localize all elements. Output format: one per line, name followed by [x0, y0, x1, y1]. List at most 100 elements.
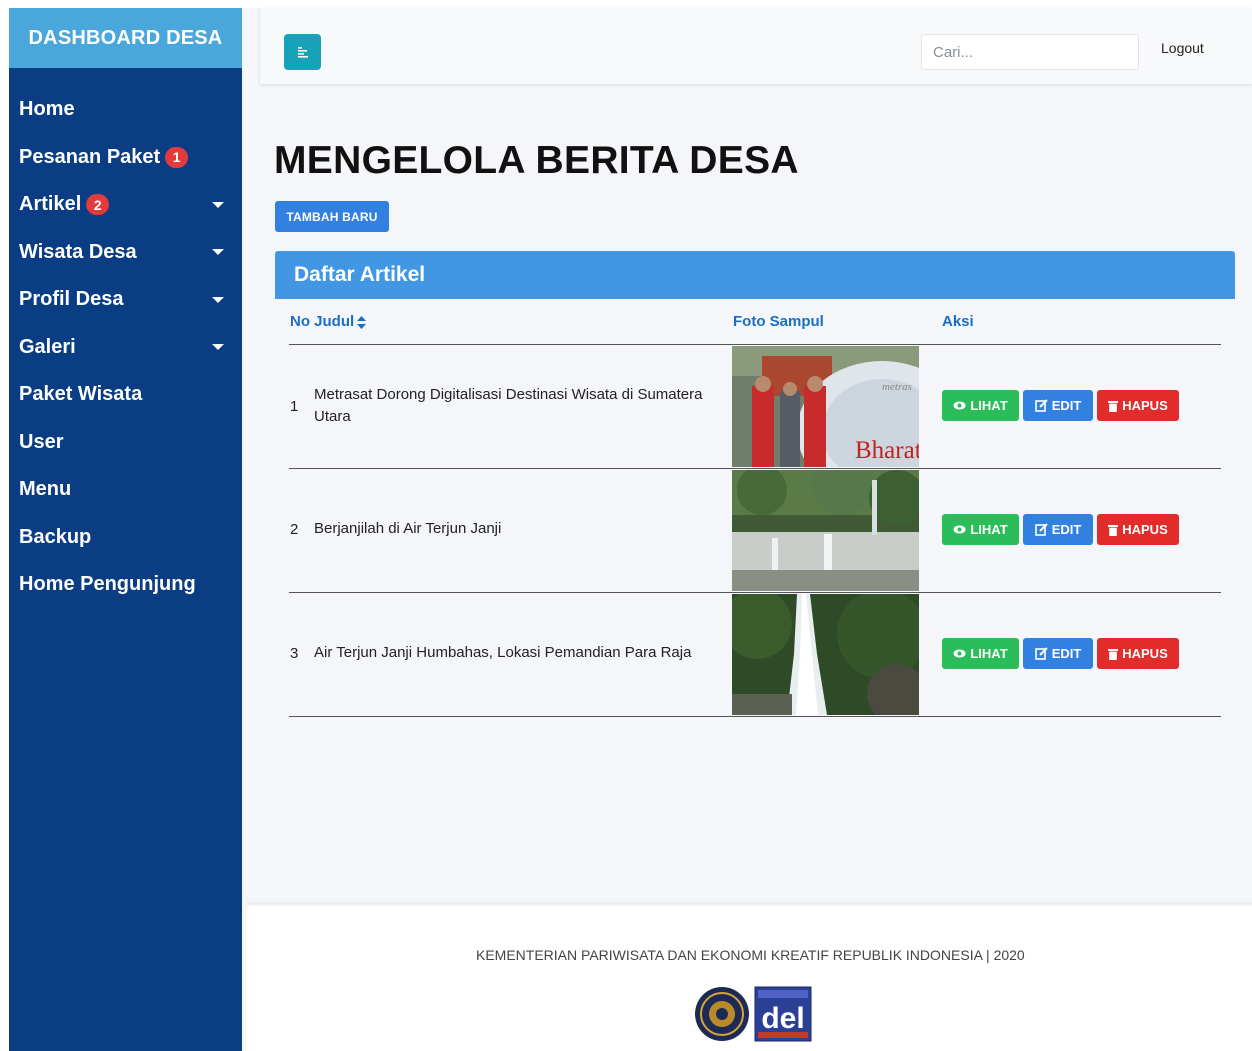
- sidebar-item-label: Pesanan Paket: [19, 145, 161, 168]
- row-actions: LIHAT EDIT HAPUS: [942, 390, 1179, 421]
- article-title: Air Terjun Janji Humbahas, Lokasi Pemand…: [314, 644, 692, 661]
- sidebar-item-backup[interactable]: Backup: [9, 514, 242, 562]
- sidebar-item-label: User: [19, 430, 64, 453]
- view-button-label: LIHAT: [970, 522, 1008, 537]
- delete-button-label: HAPUS: [1122, 522, 1168, 537]
- sort-icon: [357, 315, 367, 329]
- notification-badge: 2: [86, 194, 110, 216]
- article-title: Metrasat Dorong Digitalisasi Destinasi W…: [314, 386, 703, 425]
- trash-icon: [1108, 648, 1119, 660]
- card-header: Daftar Artikel: [275, 251, 1235, 299]
- menu-toggle-button[interactable]: [284, 34, 321, 70]
- cover-photo: metras Bharat: [732, 346, 919, 467]
- sidebar-nav: Home Pesanan Paket 1 Artikel 2 Wisata De…: [9, 86, 242, 609]
- cover-photo: [732, 594, 919, 715]
- column-header-foto-sampul: Foto Sampul: [733, 313, 824, 330]
- view-button[interactable]: LIHAT: [942, 514, 1019, 545]
- edit-button[interactable]: EDIT: [1023, 390, 1093, 421]
- sidebar-item-paket-wisata[interactable]: Paket Wisata: [9, 371, 242, 419]
- trash-icon: [1108, 400, 1119, 412]
- eye-icon: [953, 401, 966, 410]
- card-title: Daftar Artikel: [294, 263, 426, 286]
- caret-down-icon: [212, 249, 224, 256]
- ministry-seal-logo: [695, 987, 749, 1041]
- delete-button-label: HAPUS: [1122, 646, 1168, 661]
- sidebar-brand[interactable]: DASHBOARD DESA: [9, 8, 242, 68]
- edit-button[interactable]: EDIT: [1023, 638, 1093, 669]
- row-number: 1: [290, 398, 299, 415]
- sidebar-item-pesanan-paket[interactable]: Pesanan Paket 1: [9, 134, 242, 182]
- sidebar-item-artikel[interactable]: Artikel 2: [9, 181, 242, 229]
- delete-button[interactable]: HAPUS: [1097, 390, 1179, 421]
- caret-down-icon: [212, 201, 224, 208]
- sidebar: DASHBOARD DESA Home Pesanan Paket 1 Arti…: [9, 8, 242, 1051]
- table-row: 1 Metrasat Dorong Digitalisasi Destinasi…: [289, 345, 1221, 469]
- logout-link[interactable]: Logout: [1161, 40, 1204, 56]
- table-header: No Judul Foto Sampul Aksi: [289, 300, 1221, 345]
- column-header-no-judul[interactable]: No Judul: [290, 313, 367, 330]
- column-header-label: No Judul: [290, 313, 355, 330]
- column-header-aksi: Aksi: [942, 313, 974, 330]
- table-row: 2 Berjanjilah di Air Terjun Janji LIHAT …: [289, 469, 1221, 593]
- photo-caption: metras: [882, 381, 912, 393]
- cover-photo-image: [732, 594, 919, 715]
- article-title: Berjanjilah di Air Terjun Janji: [314, 520, 502, 537]
- page-title: MENGELOLA BERITA DESA: [274, 139, 799, 182]
- sidebar-item-label: Profil Desa: [19, 288, 124, 311]
- add-new-button[interactable]: TAMBAH BARU: [275, 201, 389, 232]
- search-group: [921, 34, 1139, 70]
- footer: KEMENTERIAN PARIWISATA DAN EKONOMI KREAT…: [247, 906, 1252, 1051]
- sidebar-item-galeri[interactable]: Galeri: [9, 324, 242, 372]
- eye-icon: [953, 649, 966, 658]
- edit-button[interactable]: EDIT: [1023, 514, 1093, 545]
- sidebar-item-menu[interactable]: Menu: [9, 466, 242, 514]
- sidebar-item-user[interactable]: User: [9, 419, 242, 467]
- view-button-label: LIHAT: [970, 398, 1008, 413]
- sidebar-item-profil-desa[interactable]: Profil Desa: [9, 276, 242, 324]
- delete-button[interactable]: HAPUS: [1097, 514, 1179, 545]
- cover-photo: [732, 470, 919, 591]
- row-actions: LIHAT EDIT HAPUS: [942, 638, 1179, 669]
- article-table: No Judul Foto Sampul Aksi 1 Metrasat Dor…: [289, 300, 1221, 717]
- edit-button-label: EDIT: [1051, 522, 1082, 537]
- del-logo: del: [754, 986, 812, 1042]
- delete-button[interactable]: HAPUS: [1097, 638, 1179, 669]
- sidebar-item-home-pengunjung[interactable]: Home Pengunjung: [9, 561, 242, 609]
- sidebar-item-label: Menu: [19, 478, 72, 501]
- sidebar-item-label: Paket Wisata: [19, 383, 143, 406]
- trash-icon: [1108, 524, 1119, 536]
- row-number: 3: [290, 645, 299, 662]
- eye-icon: [953, 525, 966, 534]
- table-row: 3 Air Terjun Janji Humbahas, Lokasi Pema…: [289, 593, 1221, 717]
- sidebar-item-label: Backup: [19, 525, 92, 548]
- sidebar-item-label: Galeri: [19, 335, 76, 358]
- sidebar-item-label: Home: [19, 98, 75, 121]
- footer-logos: del: [694, 986, 812, 1042]
- footer-text: KEMENTERIAN PARIWISATA DAN EKONOMI KREAT…: [476, 947, 1025, 963]
- cover-photo-image: metras Bharat: [732, 346, 919, 467]
- row-number: 2: [290, 521, 299, 538]
- sidebar-item-wisata-desa[interactable]: Wisata Desa: [9, 229, 242, 277]
- align-left-icon: [297, 47, 308, 58]
- delete-button-label: HAPUS: [1122, 398, 1168, 413]
- photo-caption: Bharat: [855, 437, 919, 464]
- caret-down-icon: [212, 296, 224, 303]
- edit-icon: [1034, 647, 1048, 660]
- notification-badge: 1: [165, 146, 189, 168]
- sidebar-item-label: Wisata Desa: [19, 240, 137, 263]
- top-navbar: Logout: [260, 8, 1252, 84]
- edit-icon: [1034, 523, 1048, 536]
- row-actions: LIHAT EDIT HAPUS: [942, 514, 1179, 545]
- sidebar-item-label: Home Pengunjung: [19, 573, 196, 596]
- main-content: Logout MENGELOLA BERITA DESA TAMBAH BARU…: [242, 8, 1252, 1051]
- caret-down-icon: [212, 344, 224, 351]
- del-logo-text: del: [761, 1002, 804, 1035]
- search-input[interactable]: [922, 35, 1138, 69]
- view-button-label: LIHAT: [970, 646, 1008, 661]
- edit-icon: [1034, 399, 1048, 412]
- edit-button-label: EDIT: [1051, 646, 1082, 661]
- sidebar-item-home[interactable]: Home: [9, 86, 242, 134]
- view-button[interactable]: LIHAT: [942, 638, 1019, 669]
- cover-photo-image: [732, 470, 919, 591]
- view-button[interactable]: LIHAT: [942, 390, 1019, 421]
